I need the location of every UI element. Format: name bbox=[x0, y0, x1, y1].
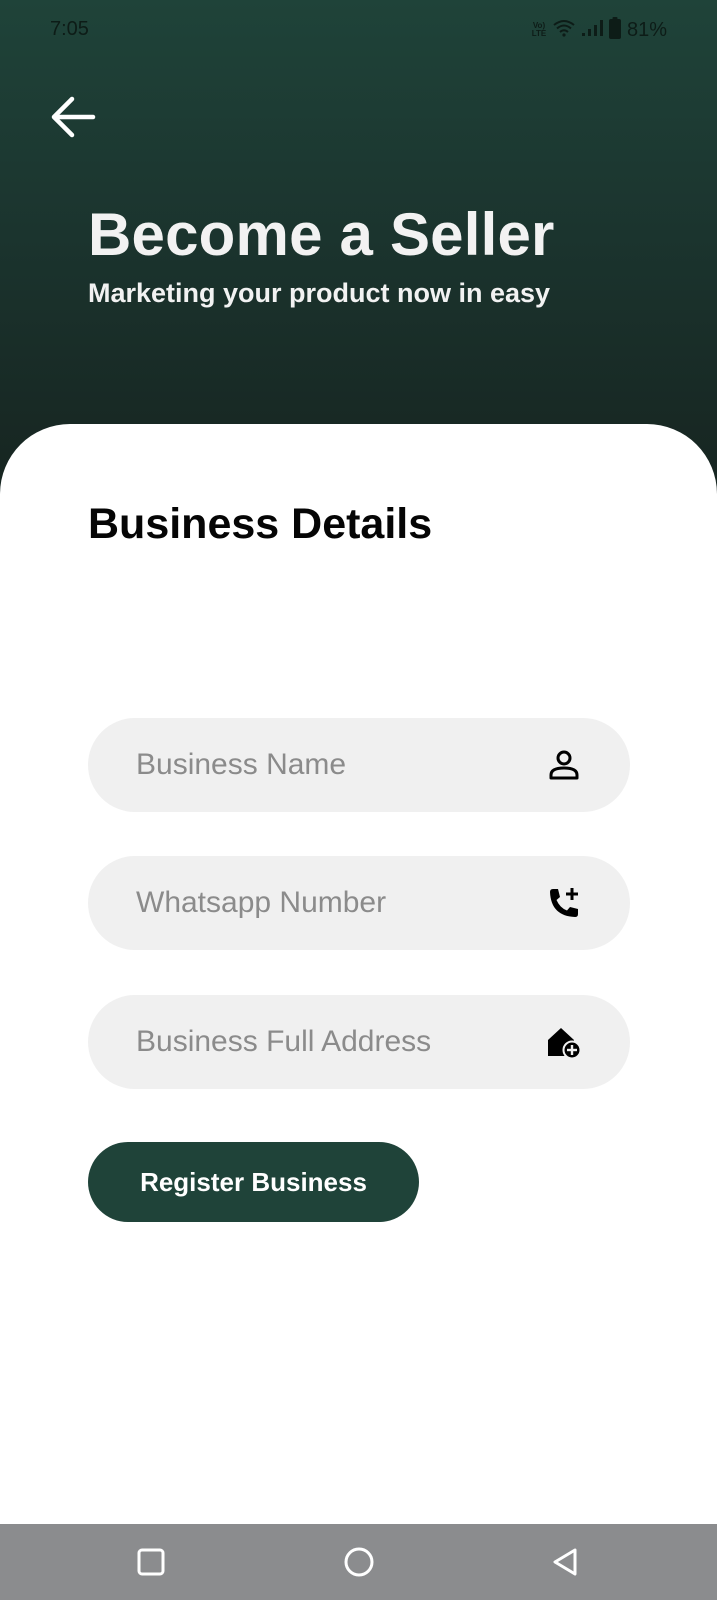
nav-back-button[interactable] bbox=[545, 1542, 585, 1582]
business-name-field[interactable] bbox=[88, 718, 630, 812]
battery-icon bbox=[608, 16, 621, 44]
back-button[interactable] bbox=[48, 92, 98, 142]
status-icons: Vo) LTE 81% bbox=[531, 16, 667, 44]
arrow-left-icon bbox=[51, 96, 96, 138]
signal-icon bbox=[581, 19, 603, 42]
screen: 7:05 Vo) LTE 81% Become a Seller Marketi… bbox=[0, 0, 717, 1600]
home-button[interactable] bbox=[339, 1542, 379, 1582]
volte-bottom-text: LTE bbox=[531, 29, 547, 38]
system-navigation-bar bbox=[0, 1524, 717, 1600]
whatsapp-number-input[interactable] bbox=[136, 886, 546, 920]
page-title: Become a Seller bbox=[88, 201, 555, 268]
triangle-back-icon bbox=[553, 1548, 577, 1576]
whatsapp-number-field[interactable] bbox=[88, 856, 630, 950]
business-address-input[interactable] bbox=[136, 1025, 546, 1059]
volte-icon: Vo) LTE bbox=[531, 22, 547, 38]
page-subtitle: Marketing your product now in easy bbox=[88, 278, 551, 308]
business-name-input[interactable] bbox=[136, 748, 546, 782]
section-title: Business Details bbox=[88, 500, 433, 548]
battery-percentage: 81% bbox=[626, 18, 667, 41]
register-business-button[interactable]: Register Business bbox=[88, 1142, 419, 1222]
person-icon bbox=[546, 747, 582, 783]
status-time: 7:05 bbox=[50, 18, 89, 40]
home-add-icon bbox=[546, 1024, 582, 1060]
square-icon bbox=[137, 1548, 165, 1576]
phone-add-icon bbox=[546, 885, 582, 921]
circle-icon bbox=[344, 1547, 374, 1577]
business-address-field[interactable] bbox=[88, 995, 630, 1089]
status-bar: 7:05 Vo) LTE 81% bbox=[0, 0, 717, 62]
wifi-icon bbox=[553, 19, 575, 42]
recents-button[interactable] bbox=[131, 1542, 171, 1582]
